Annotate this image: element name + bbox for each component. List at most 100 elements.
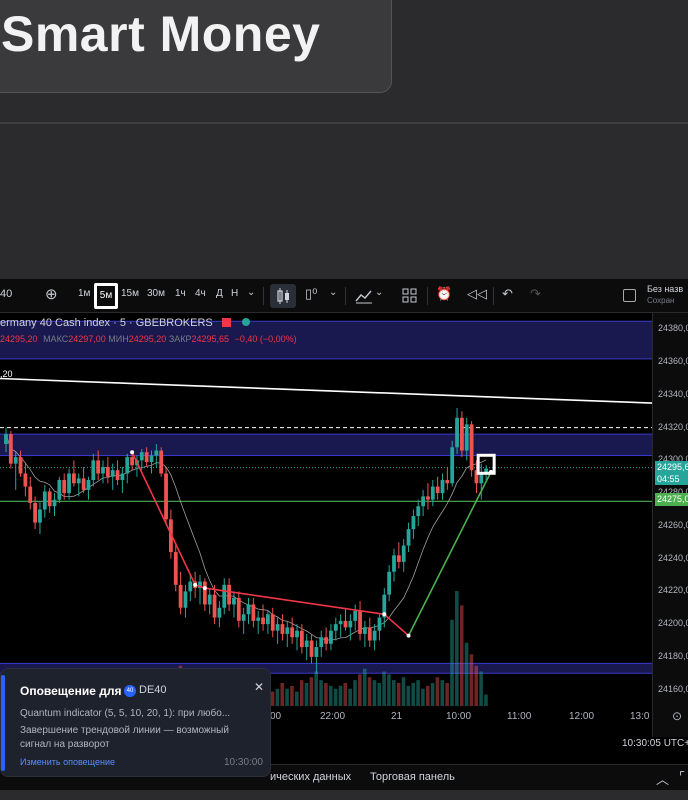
- candles-style-button[interactable]: [270, 284, 296, 308]
- candle-body: [314, 647, 319, 657]
- candle-body: [207, 594, 212, 605]
- interval-week[interactable]: Н: [231, 288, 238, 299]
- alert-clock-icon[interactable]: ⏰: [436, 286, 452, 302]
- candle-body: [4, 434, 8, 444]
- volume-bar: [295, 691, 299, 706]
- volume-bar: [377, 683, 382, 706]
- bar-countdown: 04:55: [657, 474, 680, 484]
- maximize-icon[interactable]: ⌜: [679, 769, 685, 785]
- chart-legend: ermany 40 Cash index · 5 · GBEBROKERS: [0, 317, 250, 329]
- interval-15m[interactable]: 15м: [121, 288, 139, 299]
- candle-body: [222, 584, 227, 608]
- price-axis[interactable]: 24380,024360,024340,024320,024300,024280…: [652, 313, 688, 737]
- divider: [0, 122, 688, 124]
- tab-trading-panel[interactable]: Торговая панель: [370, 771, 455, 783]
- volume-bar: [469, 654, 474, 706]
- trend-point: [193, 582, 198, 587]
- ohlc-high-label: МАКС: [43, 334, 69, 344]
- volume-bar: [353, 680, 357, 706]
- volume-bar: [425, 685, 430, 706]
- toast-title: Оповещение для: [20, 684, 122, 698]
- line-value-label: ,20: [0, 369, 13, 379]
- candle-body: [363, 627, 367, 634]
- price-tick: 24260,0: [658, 519, 688, 530]
- price-tick: 24240,0: [658, 552, 688, 563]
- ohlc-low-label: МИН: [108, 334, 129, 344]
- chevron-down-icon[interactable]: ⌄: [375, 287, 383, 298]
- candle-body: [440, 480, 445, 494]
- flag-icon[interactable]: [221, 318, 231, 327]
- interval-1h[interactable]: 1ч: [175, 288, 186, 299]
- candle-body: [411, 516, 416, 530]
- volume-bar: [270, 691, 275, 706]
- price-chart[interactable]: [0, 313, 652, 706]
- close-icon[interactable]: ✕: [254, 680, 264, 694]
- volume-bar: [474, 665, 479, 706]
- descending-trendline: [0, 377, 652, 404]
- time-tick: 10:00: [446, 711, 472, 722]
- candle-body: [178, 584, 183, 608]
- layout-checkbox[interactable]: [623, 289, 636, 302]
- server-clock[interactable]: 10:30:05 UTC+: [622, 738, 688, 749]
- time-tick: 13:0: [630, 711, 650, 722]
- interval-4h[interactable]: 4ч: [195, 288, 206, 299]
- price-tick: 24360,0: [658, 356, 688, 367]
- candle-body: [290, 627, 295, 638]
- tab-data[interactable]: ических данных: [270, 771, 351, 783]
- price-tick: 24340,0: [658, 388, 688, 399]
- layout-name[interactable]: Без назв: [647, 284, 683, 294]
- candle-body: [23, 473, 28, 487]
- undo-icon[interactable]: ↶: [502, 286, 513, 302]
- volume-bar: [406, 685, 411, 706]
- ohlc-legend: 24295,20 МАКС24297,00 МИН24295,20 ЗАКР24…: [0, 334, 297, 344]
- redo-icon[interactable]: ↷: [530, 286, 541, 302]
- settings-icon[interactable]: ⊙: [672, 709, 682, 723]
- volume-bar: [338, 685, 343, 706]
- candle-body: [212, 594, 217, 618]
- time-tick: 22:00: [320, 711, 346, 722]
- toast-time: 10:30:00: [224, 757, 263, 768]
- candle-body: [164, 473, 168, 520]
- volume-bar: [358, 674, 362, 706]
- toast-line: сигнал на разворот: [20, 739, 110, 750]
- interval-30m[interactable]: 30м: [147, 288, 165, 299]
- candle-body: [266, 614, 270, 625]
- volume-bar: [382, 671, 386, 706]
- indicators-icon[interactable]: [355, 287, 373, 305]
- edit-alert-link[interactable]: Изменить оповещение: [20, 757, 115, 767]
- candle-body: [435, 486, 440, 494]
- candle-body: [387, 571, 392, 595]
- volume-bar: [367, 677, 372, 706]
- candle-body: [299, 630, 304, 648]
- screen-bottom-strip: [0, 790, 688, 800]
- candle-body: [81, 478, 86, 490]
- candle-body: [275, 624, 280, 631]
- ohlc-high: 24297,00: [68, 334, 106, 344]
- volume-bar: [328, 685, 333, 706]
- add-symbol-icon[interactable]: ⊕: [45, 285, 58, 303]
- layouts-icon[interactable]: [402, 288, 418, 304]
- candle-body: [13, 457, 18, 464]
- time-tick: 11:00: [507, 711, 532, 722]
- candle-body: [52, 499, 57, 507]
- replay-icon[interactable]: ◁◁: [467, 286, 487, 302]
- toolbar-divider: [345, 287, 346, 305]
- interval-1m[interactable]: 1м: [78, 288, 90, 299]
- price-tick: 24320,0: [658, 421, 688, 432]
- bar-style-icon[interactable]: ▯⁰: [305, 286, 317, 302]
- interval-5m[interactable]: 5м: [94, 283, 118, 309]
- volume-bar: [421, 688, 425, 706]
- candle-body: [377, 617, 382, 631]
- candle-body: [149, 455, 154, 463]
- candle-body: [236, 597, 241, 621]
- chevron-down-icon[interactable]: ⌄: [247, 287, 255, 298]
- candle-body: [91, 460, 96, 481]
- alert-notification[interactable]: Оповещение для 40 DE40 ✕ Quantum indicat…: [0, 668, 271, 777]
- symbol-label[interactable]: 40: [0, 288, 12, 300]
- candle-body: [309, 640, 314, 657]
- candle-body: [333, 624, 338, 631]
- candle-body: [188, 581, 193, 592]
- chevron-up-icon[interactable]: ︿: [656, 769, 669, 788]
- interval-day[interactable]: Д: [216, 288, 223, 299]
- chevron-down-icon[interactable]: ⌄: [329, 287, 337, 298]
